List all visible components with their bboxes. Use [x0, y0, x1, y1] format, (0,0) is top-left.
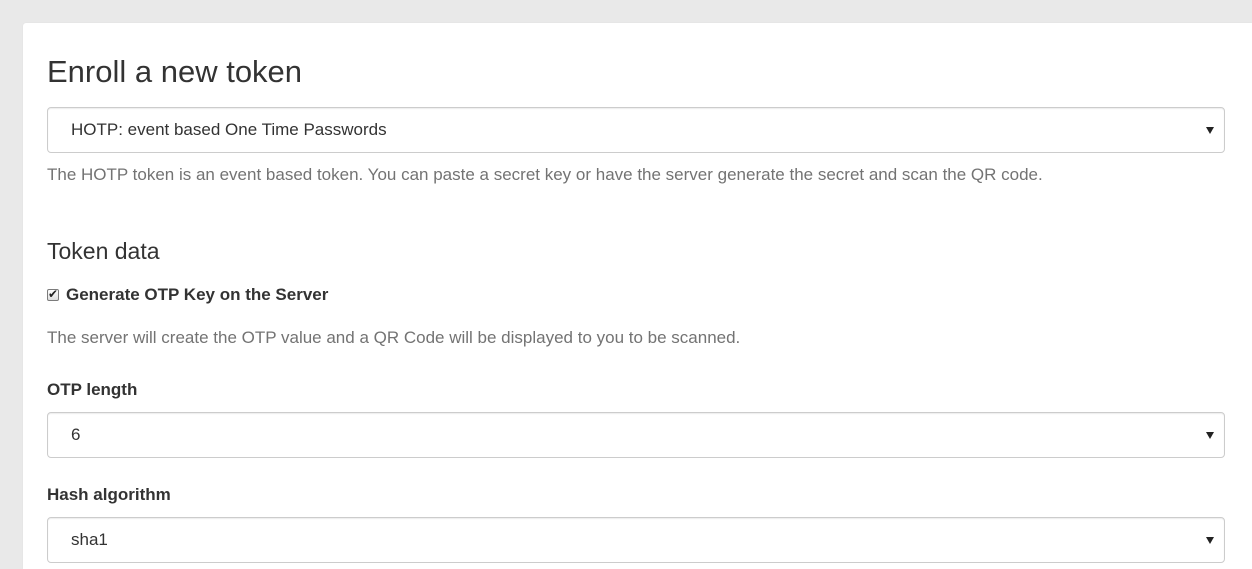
- page-title: Enroll a new token: [47, 54, 303, 89]
- generate-key-checkbox-row[interactable]: ✔ Generate OTP Key on the Server: [47, 283, 328, 307]
- check-icon: ✔: [48, 287, 59, 301]
- enroll-token-panel: Enroll a new token HOTP: event based One…: [23, 23, 1252, 569]
- token-type-select[interactable]: HOTP: event based One Time Passwords: [47, 107, 1225, 153]
- generate-key-label: Generate OTP Key on the Server: [66, 285, 329, 304]
- hash-algorithm-label: Hash algorithm: [47, 485, 171, 504]
- generate-key-checkbox[interactable]: ✔: [47, 287, 59, 301]
- caret-down-icon: [1206, 537, 1214, 544]
- caret-down-icon: [1206, 127, 1214, 134]
- caret-down-icon: [1206, 432, 1214, 439]
- hash-algorithm-select[interactable]: sha1: [47, 517, 1225, 563]
- token-type-description: The HOTP token is an event based token. …: [47, 165, 1043, 184]
- generate-key-description: The server will create the OTP value and…: [47, 328, 741, 347]
- otp-length-select[interactable]: 6: [47, 412, 1225, 458]
- hash-algorithm-select-value: sha1: [71, 530, 108, 549]
- otp-length-select-value: 6: [71, 425, 81, 444]
- token-type-select-value: HOTP: event based One Time Passwords: [71, 120, 387, 139]
- token-data-heading: Token data: [47, 238, 160, 264]
- otp-length-label: OTP length: [47, 380, 138, 399]
